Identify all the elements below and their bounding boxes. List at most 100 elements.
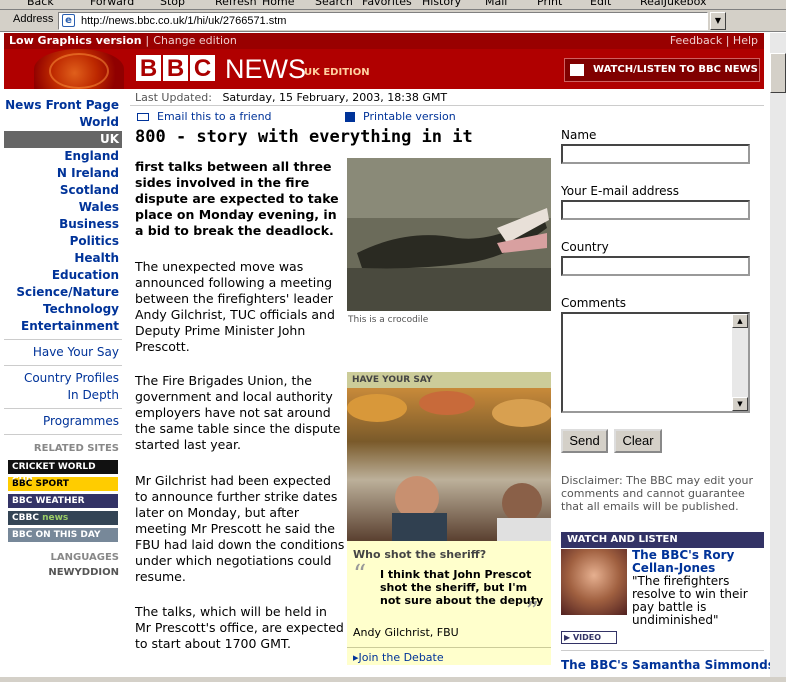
envelope-icon xyxy=(137,113,149,121)
comments-label: Comments xyxy=(561,296,627,310)
video-button[interactable]: ▶ VIDEO xyxy=(561,631,617,644)
nav-item-entertainment[interactable]: Entertainment xyxy=(4,318,122,335)
nav-country-profiles[interactable]: Country Profiles xyxy=(4,370,122,387)
change-edition-link[interactable]: Change edition xyxy=(153,34,237,47)
search-button[interactable]: Search xyxy=(315,0,353,8)
nav-in-depth[interactable]: In Depth xyxy=(4,387,122,404)
history-button[interactable]: History xyxy=(422,0,461,8)
nav-divider xyxy=(4,434,122,435)
tv-icon xyxy=(570,64,584,76)
have-your-say-box: HAVE YOUR SAY Who shot the sheriff? “ I … xyxy=(347,372,551,665)
watch-title-link[interactable]: The BBC's Rory Cellan-Jones xyxy=(632,549,764,575)
scroll-up-icon[interactable]: ▲ xyxy=(732,314,748,328)
nav-item-england[interactable]: England xyxy=(4,148,122,165)
nav-item-technology[interactable]: Technology xyxy=(4,301,122,318)
name-field[interactable] xyxy=(561,144,750,164)
refresh-button[interactable]: Refresh xyxy=(215,0,257,8)
nav-have-your-say[interactable]: Have Your Say xyxy=(4,344,122,361)
hys-image xyxy=(347,388,551,541)
bbc-logo[interactable]: BBC xyxy=(136,55,217,82)
watch-title-link-2[interactable]: The BBC's Samantha Simmonds xyxy=(561,658,775,672)
nav-divider xyxy=(4,339,122,340)
nav-item-wales[interactable]: Wales xyxy=(4,199,122,216)
clear-button[interactable]: Clear xyxy=(614,429,662,453)
nav-item-politics[interactable]: Politics xyxy=(4,233,122,250)
nav-item-front-page[interactable]: News Front Page xyxy=(4,97,122,114)
nav-divider xyxy=(4,365,122,366)
stop-button[interactable]: Stop xyxy=(160,0,185,8)
watch-divider xyxy=(561,650,764,651)
watch-listen-button[interactable]: WATCH/LISTEN TO BBC NEWS xyxy=(564,58,760,82)
last-updated-label: Last Updated: xyxy=(135,91,212,104)
comments-textarea[interactable]: ▲ ▼ xyxy=(561,312,750,413)
send-button[interactable]: Send xyxy=(561,429,608,453)
help-link[interactable]: Help xyxy=(733,34,758,47)
comments-scrollbar[interactable]: ▲ ▼ xyxy=(732,314,748,411)
page-scrollbar[interactable] xyxy=(770,33,786,682)
feedback-link[interactable]: Feedback xyxy=(670,34,722,47)
forward-button[interactable]: Forward xyxy=(90,0,134,8)
related-bbc-weather[interactable]: BBC WEATHER xyxy=(8,494,118,508)
address-dropdown-icon[interactable]: ▼ xyxy=(710,12,726,30)
reporter-image[interactable] xyxy=(561,549,627,615)
article-paragraph: Mr Gilchrist had been expected to announ… xyxy=(135,473,345,584)
nav-item-world[interactable]: World xyxy=(4,114,122,131)
related-cbbc-label: news xyxy=(42,513,69,523)
scroll-down-icon[interactable]: ▼ xyxy=(732,397,748,411)
nav-item-science[interactable]: Science/Nature xyxy=(4,284,122,301)
related-on-this-day[interactable]: BBC ON THIS DAY xyxy=(8,528,118,542)
bbc-letter: C xyxy=(190,55,215,82)
related-bbc-sport[interactable]: BBC SPORT xyxy=(8,477,118,491)
edit-button[interactable]: Edit xyxy=(590,0,611,8)
header-rule xyxy=(130,105,764,106)
realjukebox-button[interactable]: RealJukebox xyxy=(640,0,707,8)
email-field[interactable] xyxy=(561,200,750,220)
nav-programmes[interactable]: Programmes xyxy=(4,413,122,430)
address-field[interactable]: e http://news.bbc.co.uk/1/hi/uk/2766571.… xyxy=(58,12,708,30)
last-updated: Last Updated: Saturday, 15 February, 200… xyxy=(135,91,765,105)
address-bar: Address e http://news.bbc.co.uk/1/hi/uk/… xyxy=(0,10,786,32)
email-friend-link[interactable]: Email this to a friend xyxy=(157,110,272,123)
nav-item-uk[interactable]: UK xyxy=(4,131,122,148)
nav-item-business[interactable]: Business xyxy=(4,216,122,233)
article-tools: Email this to a friend Printable version xyxy=(137,110,456,123)
top-strip: Low Graphics version | Change edition Fe… xyxy=(4,33,764,49)
low-graphics-link[interactable]: Low Graphics version xyxy=(9,34,142,47)
name-label: Name xyxy=(561,128,597,142)
globe-ring xyxy=(49,53,109,89)
separator: | xyxy=(145,34,150,47)
mail-button[interactable]: Mail xyxy=(485,0,507,8)
nav-item-n-ireland[interactable]: N Ireland xyxy=(4,165,122,182)
article-paragraph: The unexpected move was announced follow… xyxy=(135,259,335,354)
printer-icon xyxy=(345,112,356,122)
edition-label: UK EDITION xyxy=(304,67,370,78)
watch-listen-heading: WATCH AND LISTEN xyxy=(561,532,764,548)
left-nav: News Front Page World UK England N Irela… xyxy=(4,97,122,578)
browser-toolbar: Back Forward Stop Refresh Home Search Fa… xyxy=(0,0,786,10)
country-field[interactable] xyxy=(561,256,750,276)
language-link[interactable]: NEWYDDION xyxy=(4,567,122,578)
bbc-banner: BBC NEWS UK EDITION WATCH/LISTEN TO BBC … xyxy=(4,49,764,89)
close-quote-icon: ” xyxy=(525,597,539,627)
nav-item-scotland[interactable]: Scotland xyxy=(4,182,122,199)
news-wordmark: NEWS xyxy=(225,54,306,84)
related-otd-label: ON THIS DAY xyxy=(35,530,101,540)
favorites-button[interactable]: Favorites xyxy=(362,0,412,8)
disclaimer: Disclaimer: The BBC may edit your commen… xyxy=(561,474,754,513)
hys-author: Andy Gilchrist, FBU xyxy=(353,626,459,639)
hys-question: Who shot the sheriff? xyxy=(353,548,487,561)
back-button[interactable]: Back xyxy=(27,0,54,8)
address-label: Address xyxy=(13,13,54,25)
related-cricket-world-cup[interactable]: CRICKET WORLD CUP xyxy=(8,460,118,486)
join-debate-link[interactable]: ▸Join the Debate xyxy=(347,647,551,664)
address-url[interactable]: http://news.bbc.co.uk/1/hi/uk/2766571.st… xyxy=(81,15,286,27)
country-label: Country xyxy=(561,240,609,254)
bbc-letter: B xyxy=(163,55,188,82)
print-button[interactable]: Print xyxy=(537,0,562,8)
related-cbbc-news[interactable]: CBBC news xyxy=(8,511,118,525)
nav-item-education[interactable]: Education xyxy=(4,267,122,284)
printable-version-link[interactable]: Printable version xyxy=(363,110,456,123)
nav-item-health[interactable]: Health xyxy=(4,250,122,267)
scroll-thumb[interactable] xyxy=(770,53,786,93)
home-button[interactable]: Home xyxy=(262,0,294,8)
